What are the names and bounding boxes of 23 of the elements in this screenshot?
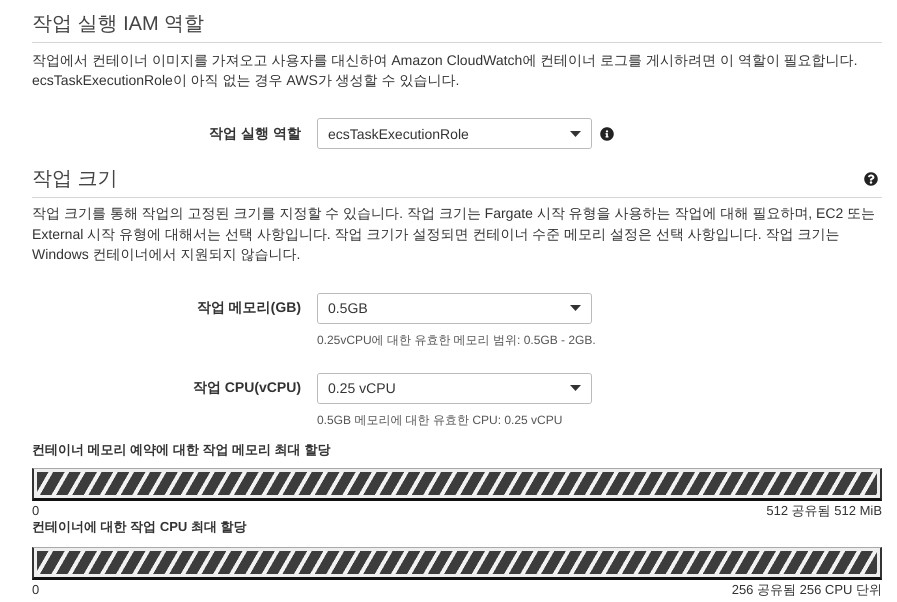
field-label: 작업 CPU(vCPU) <box>192 379 301 397</box>
range-min-label: 0 <box>32 582 40 598</box>
help-icon[interactable] <box>864 172 878 186</box>
section-title: 작업 실행 IAM 역할 <box>32 12 204 37</box>
dropdown-select[interactable]: 0.5GB <box>317 292 592 324</box>
caret-down-icon <box>570 130 581 136</box>
dropdown-select[interactable]: 0.25 vCPU <box>317 372 592 404</box>
field-label: 작업 실행 역할 <box>208 124 301 142</box>
caret-down-icon <box>570 305 581 311</box>
field-label: 작업 메모리(GB) <box>196 299 301 317</box>
allocation-title: 컨테이너에 대한 작업 CPU 최대 할당 <box>32 518 248 534</box>
info-icon[interactable] <box>600 126 614 140</box>
field-hint: 0.25vCPU에 대한 유효한 메모리 범위: 0.5GB - 2GB. <box>317 332 597 348</box>
section-description: 작업 크기를 통해 작업의 고정된 크기를 지정할 수 있습니다. 작업 크기는 Fargate 시작 유형을 사용하는 작업에 대해 필요하며, EC2 또는 External 시작 유형에 대해서는 선택 사항입니다. 작업 크기가 설정되면 컨테이너 수준 메모리 설정은 선택 사항입니다. 작업 크기는 Windows 컨테이너에서 지원되지 않습니다. <box>32 204 876 264</box>
section-description: 작업에서 컨테이너 이미지를 가져오고 사용자를 대신하여 Amazon CloudWatch에 컨테이너 로그를 게시하려면 이 역할이 필요합니다. ecsTaskExecutionRole이 아직 없는 경우 AWS가 생성할 수 있습니다. <box>32 51 859 90</box>
section-title: 작업 크기 <box>32 167 118 192</box>
allocation-title: 컨테이너 메모리 예약에 대한 작업 메모리 최대 할당 <box>32 442 332 458</box>
caret-down-icon <box>570 385 581 391</box>
dropdown-select[interactable]: ecsTaskExecutionRole <box>317 118 592 149</box>
range-max-label: 512 공유됨 512 MiB <box>766 502 882 518</box>
range-max-label: 256 공유됨 256 CPU 단위 <box>732 582 882 598</box>
range-min-label: 0 <box>32 502 40 518</box>
field-hint: 0.5GB 메모리에 대한 유효한 CPU: 0.25 vCPU <box>317 412 564 428</box>
